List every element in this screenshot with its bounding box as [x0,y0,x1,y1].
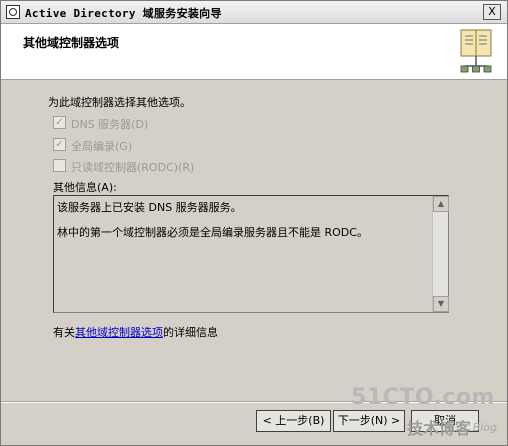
page-title: 其他域控制器选项 [23,36,120,50]
info-scrollbar[interactable]: ▲ ▼ [432,196,449,312]
rodc-label: 只读域控制器(RODC)(R) [71,161,195,174]
app-icon [6,5,20,19]
more-info-prefix: 有关 [53,326,75,339]
dns-server-checkbox[interactable]: ✓ [53,116,66,129]
watermark-blog: Blog [472,421,497,434]
additional-info-textarea[interactable]: 该服务器上已安装 DNS 服务器服务。 林中的第一个域控制器必须是全局编录服务器… [53,195,449,313]
wizard-content: 为此域控制器选择其他选项。 ✓ DNS 服务器(D) ✓ 全局编录(G) 只读域… [1,80,507,400]
wizard-header: 其他域控制器选项 [1,24,507,80]
title-bar[interactable]: Active Directory 域服务安装向导 X [1,1,507,24]
additional-info-label: 其他信息(A): [53,181,117,194]
rodc-checkbox[interactable] [53,159,66,172]
window-title: Active Directory 域服务安装向导 [25,7,222,20]
scroll-up-arrow-icon[interactable]: ▲ [433,196,449,212]
info-line-1: 该服务器上已安装 DNS 服务器服务。 [57,201,242,214]
watermark-main: 51CTO.com [351,385,495,410]
global-catalog-label: 全局编录(G) [71,140,133,153]
back-button[interactable]: < 上一步(B) [256,410,331,432]
close-button[interactable]: X [483,4,501,20]
global-catalog-checkbox[interactable]: ✓ [53,138,66,151]
directory-book-icon [460,29,492,73]
more-info-text: 有关其他域控制器选项的详细信息 [53,324,218,340]
wizard-window: Active Directory 域服务安装向导 X 其他域控制器选项 为此域控… [0,0,508,446]
info-line-2: 林中的第一个域控制器必须是全局编录服务器且不能是 RODC。 [57,226,368,239]
watermark-sub: 技术博客 [406,419,471,438]
watermark-overlay: 51CTO.com 技术博客 Blog [351,383,501,439]
scroll-down-arrow-icon[interactable]: ▼ [433,296,449,312]
dns-server-label: DNS 服务器(D) [71,118,149,131]
more-info-suffix: 的详细信息 [163,326,218,339]
options-instruction: 为此域控制器选择其他选项。 [48,96,191,109]
other-dc-options-link[interactable]: 其他域控制器选项 [75,326,163,339]
